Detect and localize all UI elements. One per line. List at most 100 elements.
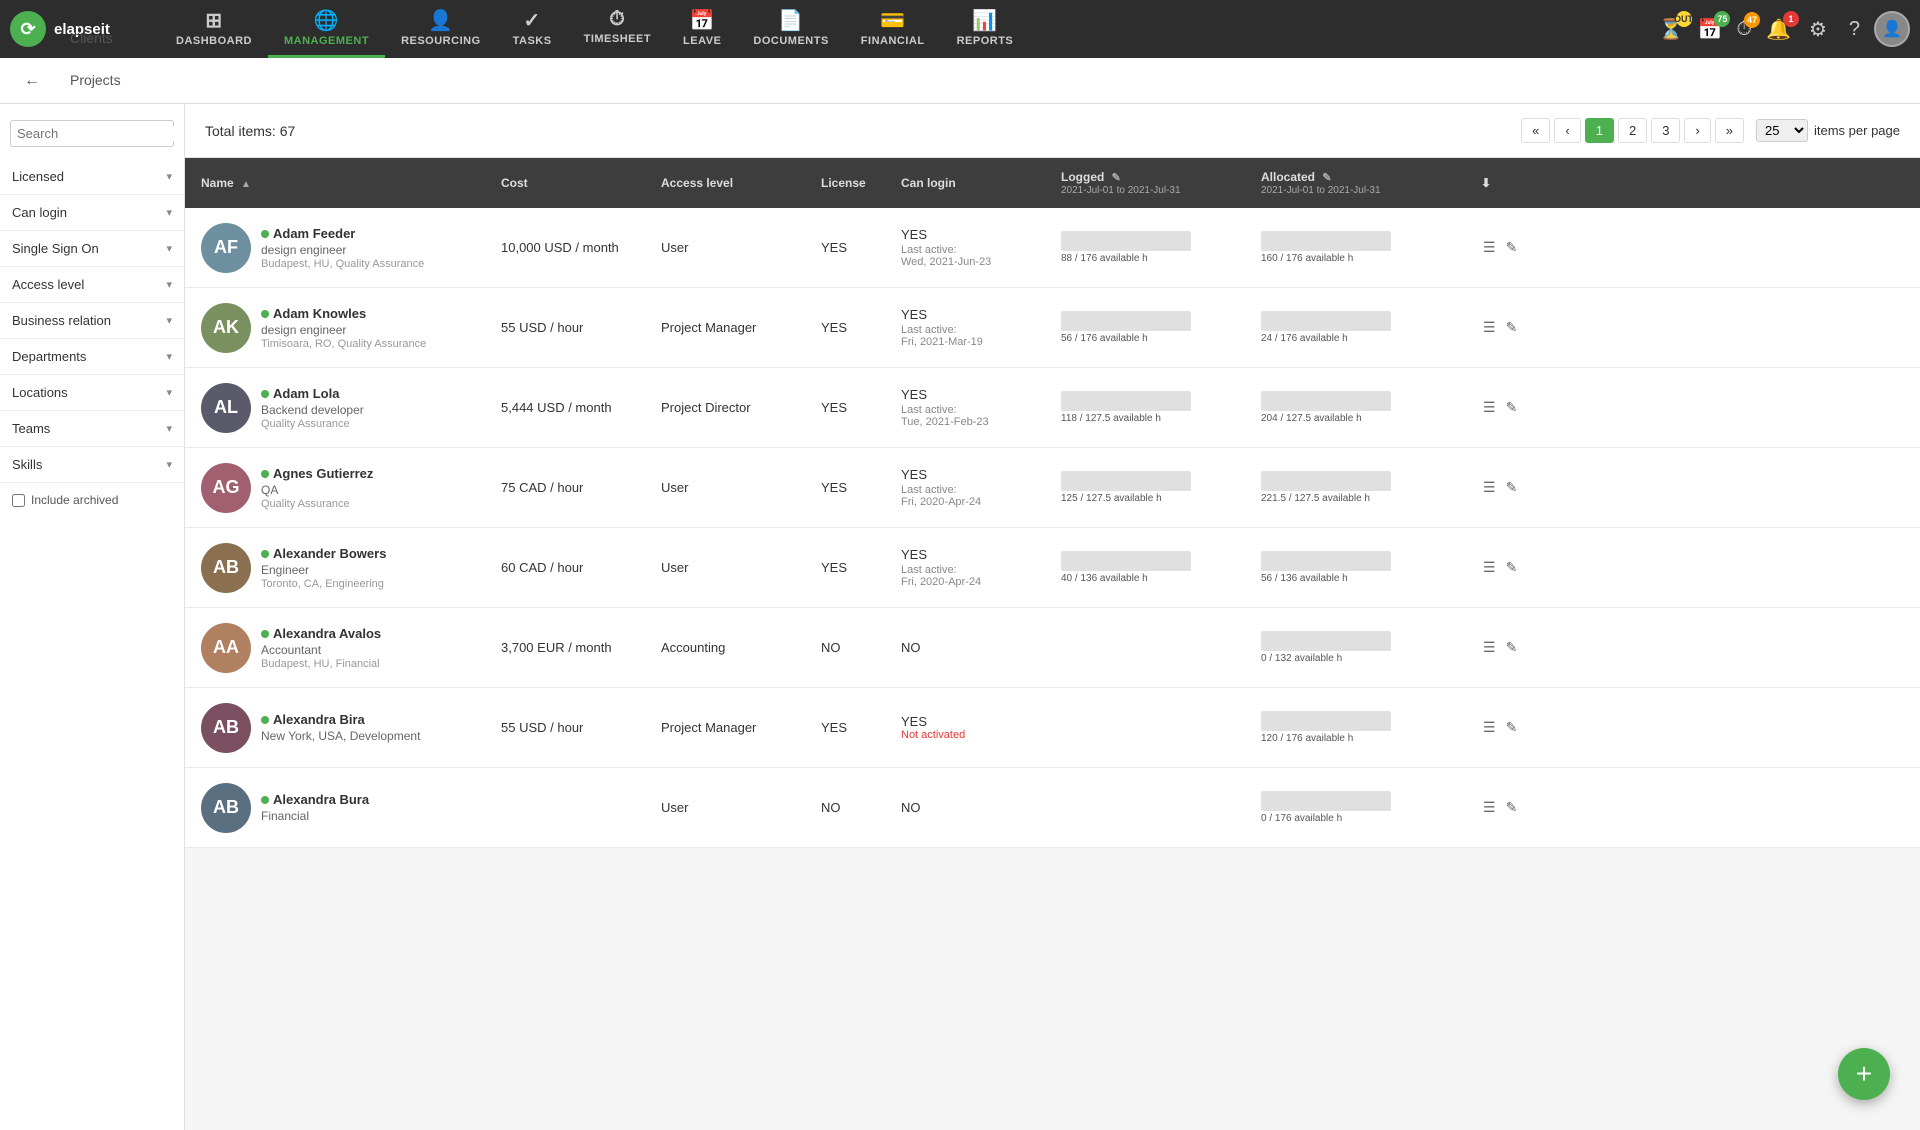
sidebar: 🔍 Licensed▾Can login▾Single Sign On▾Acce… bbox=[0, 104, 185, 1130]
edit-person-button[interactable]: ✎ bbox=[1504, 797, 1520, 818]
person-can-login: NO bbox=[895, 796, 1055, 819]
user-avatar[interactable]: 👤 bbox=[1874, 11, 1910, 47]
view-details-button[interactable]: ☰ bbox=[1481, 237, 1498, 258]
person-actions: ☰ ✎ bbox=[1475, 473, 1525, 502]
filter-teams[interactable]: Teams▾ bbox=[0, 411, 184, 447]
person-allocated: 56 / 136 available h bbox=[1255, 547, 1475, 588]
nav-item-timesheet[interactable]: ⏱TIMESHEET bbox=[568, 0, 667, 58]
pagination-page-3[interactable]: 3 bbox=[1651, 118, 1680, 143]
filter-business-relation[interactable]: Business relation▾ bbox=[0, 303, 184, 339]
person-actions: ☰ ✎ bbox=[1475, 393, 1525, 422]
person-can-login: YESLast active:Fri, 2020-Apr-24 bbox=[895, 463, 1055, 512]
edit-person-button[interactable]: ✎ bbox=[1504, 397, 1520, 418]
nav-item-financial[interactable]: 💳FINANCIAL bbox=[845, 0, 941, 58]
nav-badge-1[interactable]: ⏱47 bbox=[1732, 14, 1756, 45]
person-access-level: User bbox=[655, 476, 815, 499]
nav-badge-0[interactable]: 🔔1 bbox=[1762, 13, 1795, 46]
nav-item-documents[interactable]: 📄DOCUMENTS bbox=[737, 0, 844, 58]
col-name[interactable]: Name ▲ bbox=[195, 168, 495, 198]
online-dot bbox=[261, 230, 269, 238]
filter-licensed[interactable]: Licensed▾ bbox=[0, 159, 184, 195]
items-per-page-select[interactable]: 25 50 100 bbox=[1756, 119, 1808, 142]
view-details-button[interactable]: ☰ bbox=[1481, 717, 1498, 738]
filter-access-level[interactable]: Access level▾ bbox=[0, 267, 184, 303]
person-cell: AL Adam Lola Backend developer Quality A… bbox=[195, 379, 495, 437]
edit-person-button[interactable]: ✎ bbox=[1504, 317, 1520, 338]
filter-single-sign-on[interactable]: Single Sign On▾ bbox=[0, 231, 184, 267]
pagination-page-2[interactable]: 2 bbox=[1618, 118, 1647, 143]
edit-person-button[interactable]: ✎ bbox=[1504, 637, 1520, 658]
nav-item-reports[interactable]: 📊REPORTS bbox=[941, 0, 1030, 58]
nav-badge-2[interactable]: 📅75 bbox=[1694, 13, 1727, 46]
pagination-first[interactable]: « bbox=[1521, 118, 1550, 143]
nav-item-leave[interactable]: 📅LEAVE bbox=[667, 0, 737, 58]
person-info: Alexandra Avalos Accountant Budapest, HU… bbox=[261, 626, 381, 670]
person-license: YES bbox=[815, 476, 895, 499]
table-row: AK Adam Knowles design engineer Timisoar… bbox=[185, 288, 1920, 368]
table-header: Name ▲ Cost Access level License Can log… bbox=[185, 158, 1920, 208]
filter-skills[interactable]: Skills▾ bbox=[0, 447, 184, 483]
nav-item-management[interactable]: 🌐MANAGEMENT bbox=[268, 0, 385, 58]
include-archived-toggle[interactable]: Include archived bbox=[0, 483, 184, 517]
help-button[interactable]: ? bbox=[1841, 14, 1868, 45]
nav-badge-3[interactable]: ⏳OUT bbox=[1655, 13, 1688, 46]
view-details-button[interactable]: ☰ bbox=[1481, 317, 1498, 338]
person-info: Adam Knowles design engineer Timisoara, … bbox=[261, 306, 426, 350]
edit-person-button[interactable]: ✎ bbox=[1504, 717, 1520, 738]
person-info: Agnes Gutierrez QA Quality Assurance bbox=[261, 466, 373, 510]
person-info: Alexandra Bira New York, USA, Developmen… bbox=[261, 712, 420, 744]
view-details-button[interactable]: ☰ bbox=[1481, 477, 1498, 498]
person-avatar: AF bbox=[201, 223, 251, 273]
timesheet-icon: ⏱ bbox=[609, 8, 625, 31]
person-logged bbox=[1055, 804, 1255, 812]
person-cell: AB Alexandra Bura Financial bbox=[195, 779, 495, 837]
add-person-fab[interactable]: + bbox=[1838, 1048, 1890, 1100]
person-avatar: AG bbox=[201, 463, 251, 513]
person-allocated: 160 / 176 available h bbox=[1255, 227, 1475, 268]
col-download[interactable]: ⬇ bbox=[1475, 168, 1525, 198]
pagination-prev[interactable]: ‹ bbox=[1554, 118, 1580, 143]
edit-person-button[interactable]: ✎ bbox=[1504, 237, 1520, 258]
person-info: Alexander Bowers Engineer Toronto, CA, E… bbox=[261, 546, 386, 590]
person-allocated: 221.5 / 127.5 available h bbox=[1255, 467, 1475, 508]
person-access-level: Accounting bbox=[655, 636, 815, 659]
person-role: QA bbox=[261, 483, 373, 497]
settings-button[interactable]: ⚙ bbox=[1801, 13, 1835, 46]
reports-icon: 📊 bbox=[972, 8, 997, 33]
person-cost: 5,444 USD / month bbox=[495, 396, 655, 419]
include-archived-checkbox[interactable] bbox=[12, 494, 25, 507]
person-name: Adam Feeder bbox=[261, 226, 424, 241]
view-details-button[interactable]: ☰ bbox=[1481, 637, 1498, 658]
filter-locations[interactable]: Locations▾ bbox=[0, 375, 184, 411]
person-logged: 40 / 136 available h bbox=[1055, 547, 1255, 588]
back-button[interactable]: ← bbox=[20, 68, 44, 94]
chevron-icon: ▾ bbox=[166, 422, 172, 435]
person-cost: 55 USD / hour bbox=[495, 316, 655, 339]
filter-label-single-sign-on: Single Sign On bbox=[12, 241, 99, 256]
view-details-button[interactable]: ☰ bbox=[1481, 397, 1498, 418]
search-input[interactable] bbox=[17, 126, 185, 141]
nav-item-tasks[interactable]: ✓TASKS bbox=[497, 0, 568, 58]
online-dot bbox=[261, 796, 269, 804]
online-dot bbox=[261, 630, 269, 638]
tab-projects[interactable]: Projects bbox=[54, 60, 137, 102]
view-details-button[interactable]: ☰ bbox=[1481, 797, 1498, 818]
person-role: New York, USA, Development bbox=[261, 729, 420, 743]
edit-person-button[interactable]: ✎ bbox=[1504, 477, 1520, 498]
pagination-page-1[interactable]: 1 bbox=[1585, 118, 1614, 143]
person-info: Adam Feeder design engineer Budapest, HU… bbox=[261, 226, 424, 270]
col-cost: Cost bbox=[495, 168, 655, 198]
pagination-last[interactable]: » bbox=[1715, 118, 1744, 143]
edit-person-button[interactable]: ✎ bbox=[1504, 557, 1520, 578]
tab-clients[interactable]: Clients bbox=[54, 18, 137, 60]
view-details-button[interactable]: ☰ bbox=[1481, 557, 1498, 578]
filter-departments[interactable]: Departments▾ bbox=[0, 339, 184, 375]
person-cell: AA Alexandra Avalos Accountant Budapest,… bbox=[195, 619, 495, 677]
person-location: Budapest, HU, Financial bbox=[261, 658, 381, 670]
nav-item-resourcing[interactable]: 👤RESOURCING bbox=[385, 0, 497, 58]
nav-item-dashboard[interactable]: ⊞DASHBOARD bbox=[160, 0, 268, 58]
filter-can-login[interactable]: Can login▾ bbox=[0, 195, 184, 231]
items-per-page-label: items per page bbox=[1814, 123, 1900, 138]
table-row: AG Agnes Gutierrez QA Quality Assurance … bbox=[185, 448, 1920, 528]
pagination-next[interactable]: › bbox=[1684, 118, 1710, 143]
